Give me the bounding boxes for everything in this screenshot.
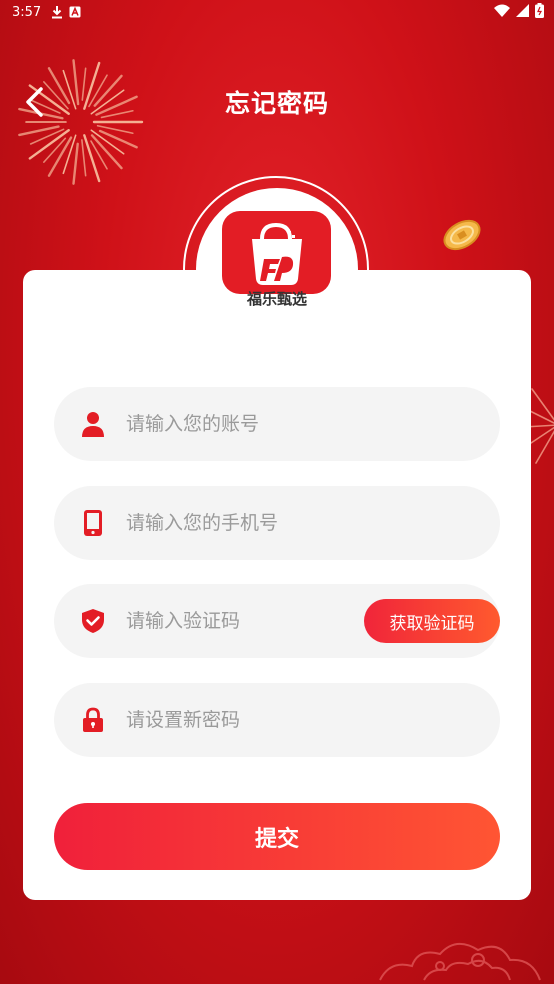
- signal-icon: [516, 4, 529, 17]
- verification-code-input[interactable]: [124, 600, 338, 642]
- get-code-button[interactable]: 获取验证码: [364, 599, 500, 643]
- new-password-field[interactable]: [54, 683, 500, 757]
- app-logo: [222, 211, 331, 294]
- status-bar: 3:57: [0, 0, 554, 24]
- account-field[interactable]: [54, 387, 500, 461]
- lock-icon: [80, 707, 106, 733]
- header: 忘记密码: [0, 74, 554, 130]
- chevron-left-icon: [26, 87, 43, 117]
- cloud-pattern-decoration: [379, 943, 541, 981]
- a-notification-icon: [69, 6, 81, 18]
- account-input[interactable]: [124, 403, 428, 445]
- battery-icon: [535, 3, 544, 18]
- submit-button[interactable]: 提交: [54, 803, 500, 870]
- back-button[interactable]: [18, 86, 50, 118]
- gold-coin-icon: [443, 219, 481, 251]
- status-time: 3:57: [12, 4, 42, 20]
- shopping-bag-logo-icon: [252, 222, 302, 285]
- phone-field[interactable]: [54, 486, 500, 560]
- download-icon: [52, 6, 63, 19]
- wifi-icon: [494, 4, 510, 17]
- new-password-input[interactable]: [124, 699, 428, 741]
- phone-input[interactable]: [124, 502, 428, 544]
- page-title: 忘记密码: [224, 89, 329, 118]
- user-icon: [80, 411, 106, 437]
- phone-icon: [80, 510, 106, 536]
- shield-check-icon: [80, 608, 106, 634]
- verification-code-field[interactable]: 获取验证码: [54, 584, 500, 658]
- brand-name: 福乐甄选: [246, 290, 307, 308]
